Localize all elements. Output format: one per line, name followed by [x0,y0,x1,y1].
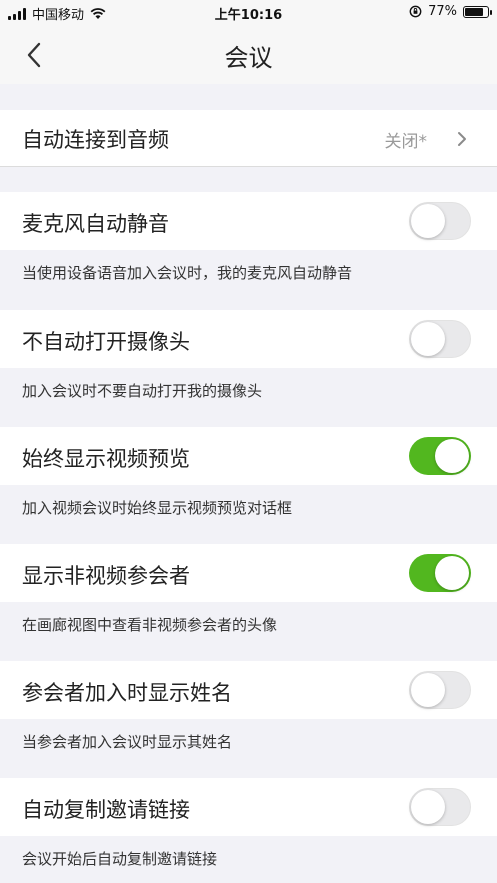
setting-description: 当参会者加入会议时显示其姓名 [0,719,497,778]
video-preview-toggle[interactable] [409,437,471,475]
setting-row-show-names: 参会者加入时显示姓名 [0,661,497,719]
setting-description: 加入视频会议时始终显示视频预览对话框 [0,485,497,544]
status-bar: 中国移动 上午10:16 77% [0,0,497,26]
setting-row-video-preview: 始终显示视频预览 [0,427,497,485]
orientation-lock-icon [409,5,422,18]
show-names-toggle[interactable] [409,671,471,709]
auto-connect-audio-row[interactable]: 自动连接到音频 关闭* [0,110,497,166]
battery-percent: 77% [428,4,457,19]
setting-label: 始终显示视频预览 [22,447,190,471]
setting-row-copy-invite-link: 自动复制邀请链接 [0,778,497,836]
copy-invite-link-toggle[interactable] [409,788,471,826]
setting-label: 显示非视频参会者 [22,564,190,588]
setting-description: 加入会议时不要自动打开我的摄像头 [0,368,497,427]
setting-label: 自动复制邀请链接 [22,798,190,822]
setting-label: 麦克风自动静音 [22,212,169,236]
setting-label: 不自动打开摄像头 [22,330,190,354]
setting-row-mic-auto-mute: 麦克风自动静音 [0,192,497,250]
status-right: 77% [409,4,492,19]
setting-row-non-video-participants: 显示非视频参会者 [0,544,497,602]
setting-description: 在画廊视图中查看非视频参会者的头像 [0,602,497,661]
auto-connect-value: 关闭* [384,132,428,152]
setting-description: 会议开始后自动复制邀请链接 [0,836,497,883]
setting-row-camera-off: 不自动打开摄像头 [0,310,497,368]
camera-off-toggle[interactable] [409,320,471,358]
setting-description: 当使用设备语音加入会议时，我的麦克风自动静音 [0,250,497,310]
non-video-participants-toggle[interactable] [409,554,471,592]
page-title: 会议 [224,44,273,72]
auto-connect-label: 自动连接到音频 [22,128,169,152]
nav-bar: 会议 [0,26,497,84]
battery-icon [463,5,492,18]
mic-auto-mute-toggle[interactable] [409,202,471,240]
chevron-right-icon [458,132,466,146]
divider [0,166,497,167]
setting-label: 参会者加入时显示姓名 [22,681,232,705]
